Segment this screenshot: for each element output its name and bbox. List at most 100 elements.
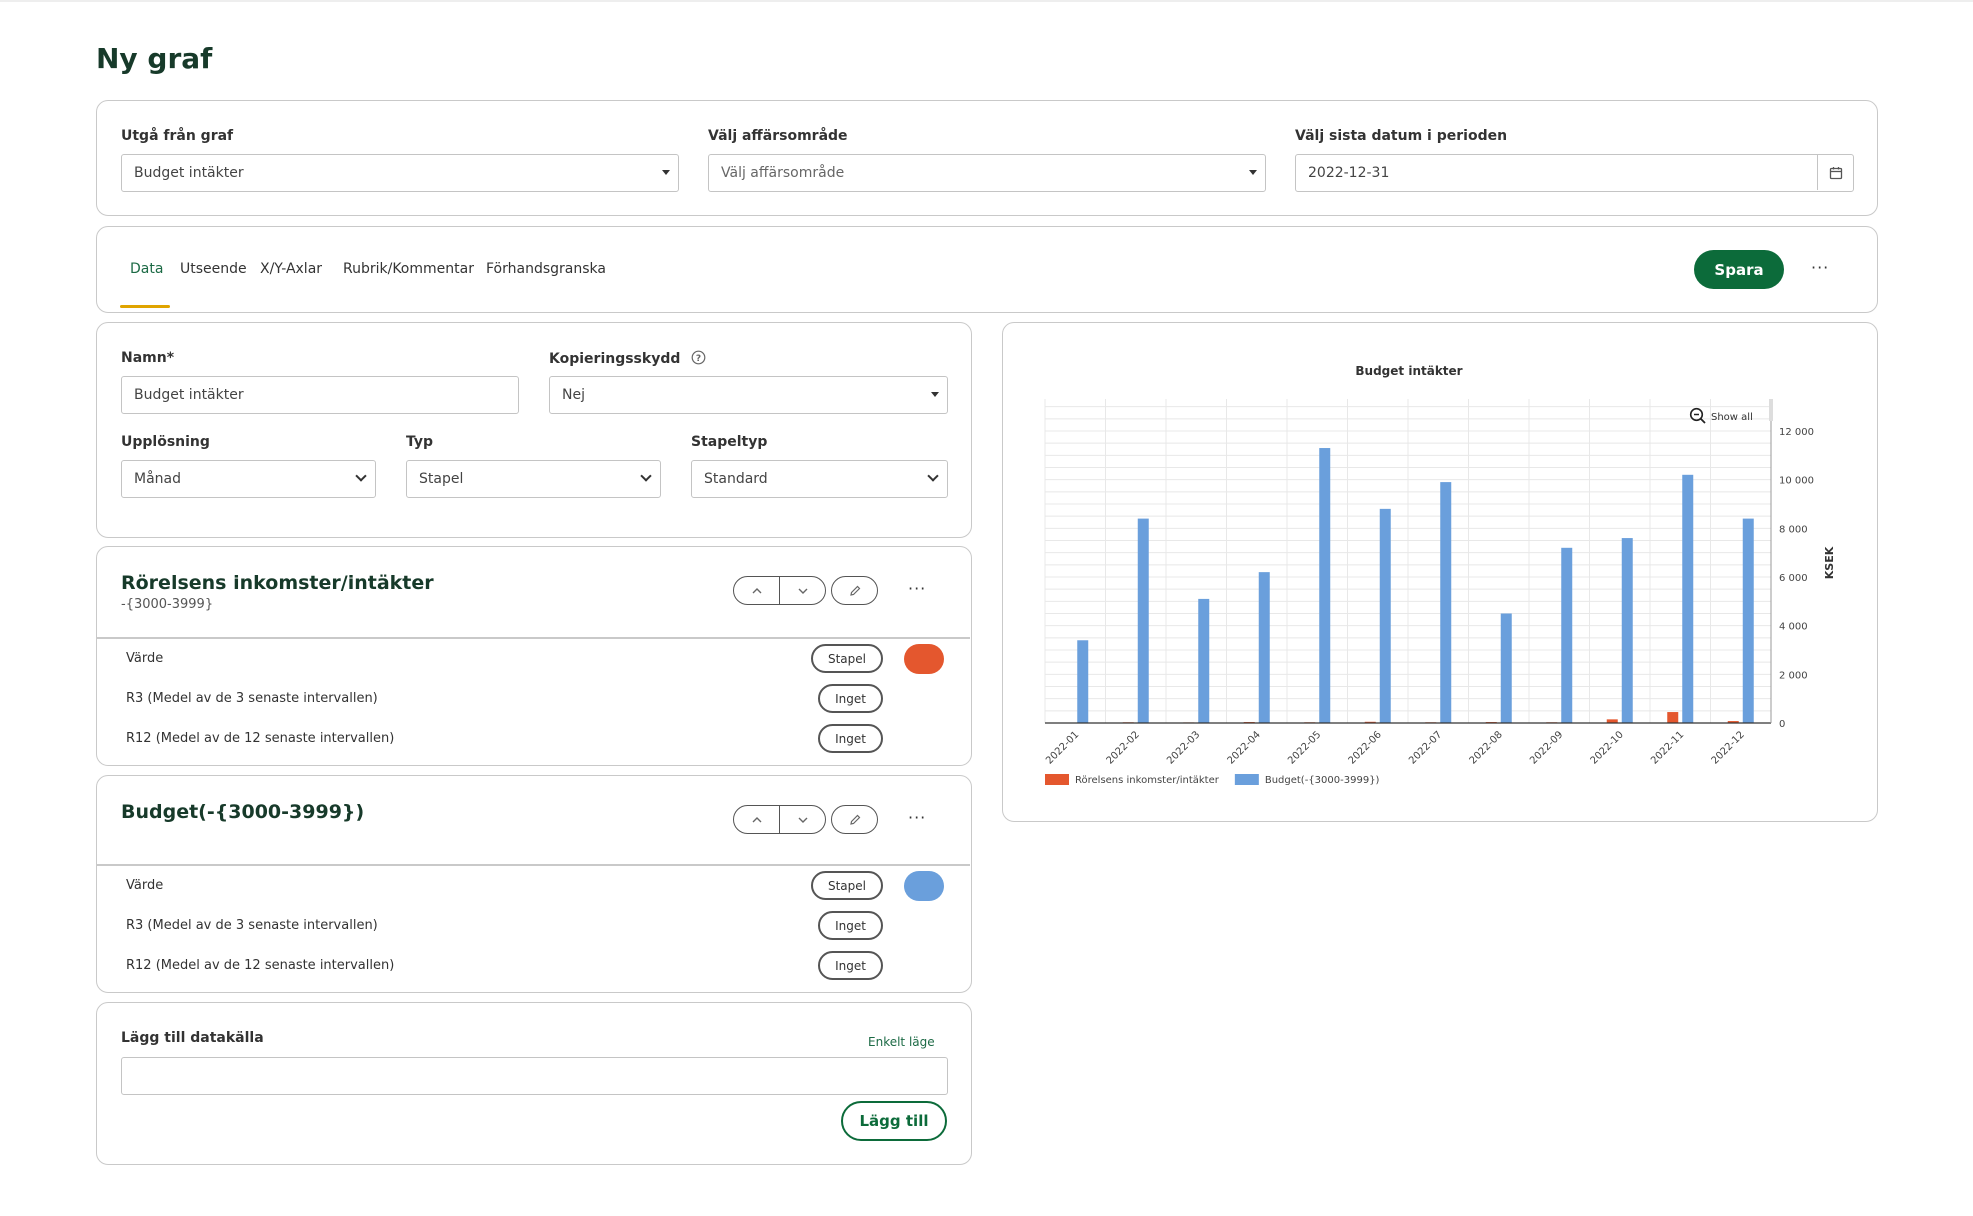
move-down-button[interactable] <box>780 577 825 604</box>
tab-data[interactable]: Data <box>130 261 163 277</box>
bar-intakter-2022-11[interactable] <box>1667 712 1679 723</box>
bar-budget-2022-10[interactable] <box>1621 538 1633 723</box>
active-tab-indicator <box>120 305 170 308</box>
mode-button[interactable]: Inget <box>818 911 883 940</box>
mode-button[interactable]: Inget <box>818 951 883 980</box>
y-tick-label: 4 000 <box>1779 622 1808 633</box>
edit-button[interactable] <box>831 805 878 834</box>
move-up-button[interactable] <box>734 577 780 604</box>
x-tick-label: 2022-12 <box>1710 729 1747 766</box>
x-tick-label: 2022-08 <box>1468 729 1505 766</box>
zoom-reset-label: Show all <box>1711 412 1753 423</box>
legend-swatch[interactable] <box>1045 774 1069 785</box>
bar-budget-2022-11[interactable] <box>1682 474 1694 723</box>
chevron-down-icon <box>355 470 367 482</box>
legend-swatch[interactable] <box>1234 774 1259 785</box>
chevron-down-icon <box>798 588 807 594</box>
row-label: R3 (Medel av de 3 senaste intervallen) <box>126 918 378 933</box>
copy-select[interactable]: Nej <box>549 376 948 414</box>
page-title: Ny graf <box>96 42 213 75</box>
series-color-swatch[interactable] <box>904 644 944 674</box>
x-tick-label: 2022-01 <box>1044 729 1081 766</box>
y-tick-label: 12 000 <box>1779 427 1814 438</box>
bar-budget-2022-08[interactable] <box>1500 613 1512 724</box>
edit-button[interactable] <box>831 576 878 605</box>
bar-budget-2022-05[interactable] <box>1319 448 1331 723</box>
series-more-button[interactable]: ··· <box>908 808 926 827</box>
help-icon[interactable]: ? <box>691 350 706 365</box>
calendar-button[interactable] <box>1817 155 1853 190</box>
date-input[interactable]: 2022-12-31 <box>1295 154 1854 192</box>
settings-card: Namn* Budget intäkter Kopieringsskydd ? … <box>96 322 972 538</box>
chevron-up-icon <box>752 587 761 593</box>
graph-select[interactable]: Budget intäkter <box>121 154 679 192</box>
date-label: Välj sista datum i perioden <box>1295 128 1508 144</box>
row-label: Värde <box>126 651 164 666</box>
move-down-button[interactable] <box>780 806 825 833</box>
caret-down-icon <box>1249 170 1257 175</box>
row-label: R3 (Medel av de 3 senaste intervallen) <box>126 691 378 706</box>
mode-button[interactable]: Stapel <box>811 871 883 900</box>
mode-button[interactable]: Stapel <box>811 644 883 673</box>
bar-budget-2022-06[interactable] <box>1379 508 1391 723</box>
y-tick-label: 8 000 <box>1779 524 1808 535</box>
name-input[interactable]: Budget intäkter <box>121 376 519 414</box>
type-label: Typ <box>406 434 434 450</box>
series-color-swatch[interactable] <box>904 871 944 901</box>
mode-button[interactable]: Inget <box>818 724 883 753</box>
simple-mode-link[interactable]: Enkelt läge <box>868 1035 935 1049</box>
bar-budget-2022-01[interactable] <box>1077 640 1089 723</box>
source-card: Utgå från graf Budget intäkter Välj affä… <box>96 100 1878 216</box>
tab-utseende[interactable]: Utseende <box>180 261 247 277</box>
bar-budget-2022-12[interactable] <box>1742 518 1754 723</box>
row-label: R12 (Medel av de 12 senaste intervallen) <box>126 958 395 973</box>
area-select[interactable]: Välj affärsområde <box>708 154 1266 192</box>
series-subtitle: -{3000-3999} <box>121 597 214 612</box>
copy-label: Kopieringsskydd ? <box>549 350 706 367</box>
move-button-group <box>733 576 826 605</box>
tab-axlar[interactable]: X/Y-Axlar <box>260 261 322 277</box>
move-button-group <box>733 805 826 834</box>
copy-label-text: Kopieringsskydd <box>549 351 681 367</box>
bartype-select[interactable]: Standard <box>691 460 948 498</box>
chart-card: Budget intäkter 2022-01 2022-02 2022-03 202… <box>1002 322 1878 822</box>
series-title: Budget(-{3000-3999}) <box>121 801 365 823</box>
legend-label[interactable]: Rörelsens inkomster/intäkter <box>1075 775 1220 786</box>
y-tick-label: 10 000 <box>1779 476 1814 487</box>
tab-forhandsgranska[interactable]: Förhandsgranska <box>486 261 606 277</box>
bar-budget-2022-09[interactable] <box>1561 547 1573 723</box>
x-tick-label: 2022-02 <box>1105 729 1142 766</box>
svg-text:?: ? <box>696 354 701 364</box>
chevron-up-icon <box>752 816 761 822</box>
tab-rubrik[interactable]: Rubrik/Kommentar <box>343 261 474 277</box>
graph-select-value: Budget intäkter <box>134 165 244 181</box>
area-select-placeholder: Välj affärsområde <box>721 165 845 181</box>
bar-budget-2022-02[interactable] <box>1137 518 1149 723</box>
chevron-down-icon <box>798 817 807 823</box>
add-button[interactable]: Lägg till <box>841 1101 947 1141</box>
legend-label[interactable]: Budget(-{3000-3999}) <box>1265 775 1380 786</box>
calendar-icon <box>1829 166 1842 179</box>
bar-budget-2022-07[interactable] <box>1440 482 1452 723</box>
chart-legend: Rörelsens inkomster/intäkter Budget(-{300… <box>1045 774 1380 786</box>
add-source-input[interactable] <box>121 1057 948 1095</box>
resolution-select[interactable]: Månad <box>121 460 376 498</box>
chevron-down-icon <box>927 470 939 482</box>
type-select[interactable]: Stapel <box>406 460 661 498</box>
chart-grid <box>1044 399 1772 724</box>
series-more-button[interactable]: ··· <box>908 579 926 598</box>
caret-down-icon <box>662 170 670 175</box>
x-tick-label: 2022-03 <box>1165 729 1202 766</box>
more-options-button[interactable]: ··· <box>1811 258 1829 277</box>
bar-budget-2022-04[interactable] <box>1258 572 1270 723</box>
series-card-1: Rörelsens inkomster/intäkter -{3000-3999… <box>96 546 972 766</box>
y-scrollbar-handle[interactable] <box>1769 399 1773 421</box>
zoom-out-icon <box>1689 407 1706 424</box>
name-input-value: Budget intäkter <box>134 387 244 403</box>
mode-button[interactable]: Inget <box>818 684 883 713</box>
bar-budget-2022-03[interactable] <box>1198 598 1210 723</box>
move-up-button[interactable] <box>734 806 780 833</box>
y-tick-label: 2 000 <box>1779 670 1808 681</box>
save-button[interactable]: Spara <box>1694 250 1784 289</box>
zoom-reset-button[interactable]: Show all <box>1689 407 1753 424</box>
